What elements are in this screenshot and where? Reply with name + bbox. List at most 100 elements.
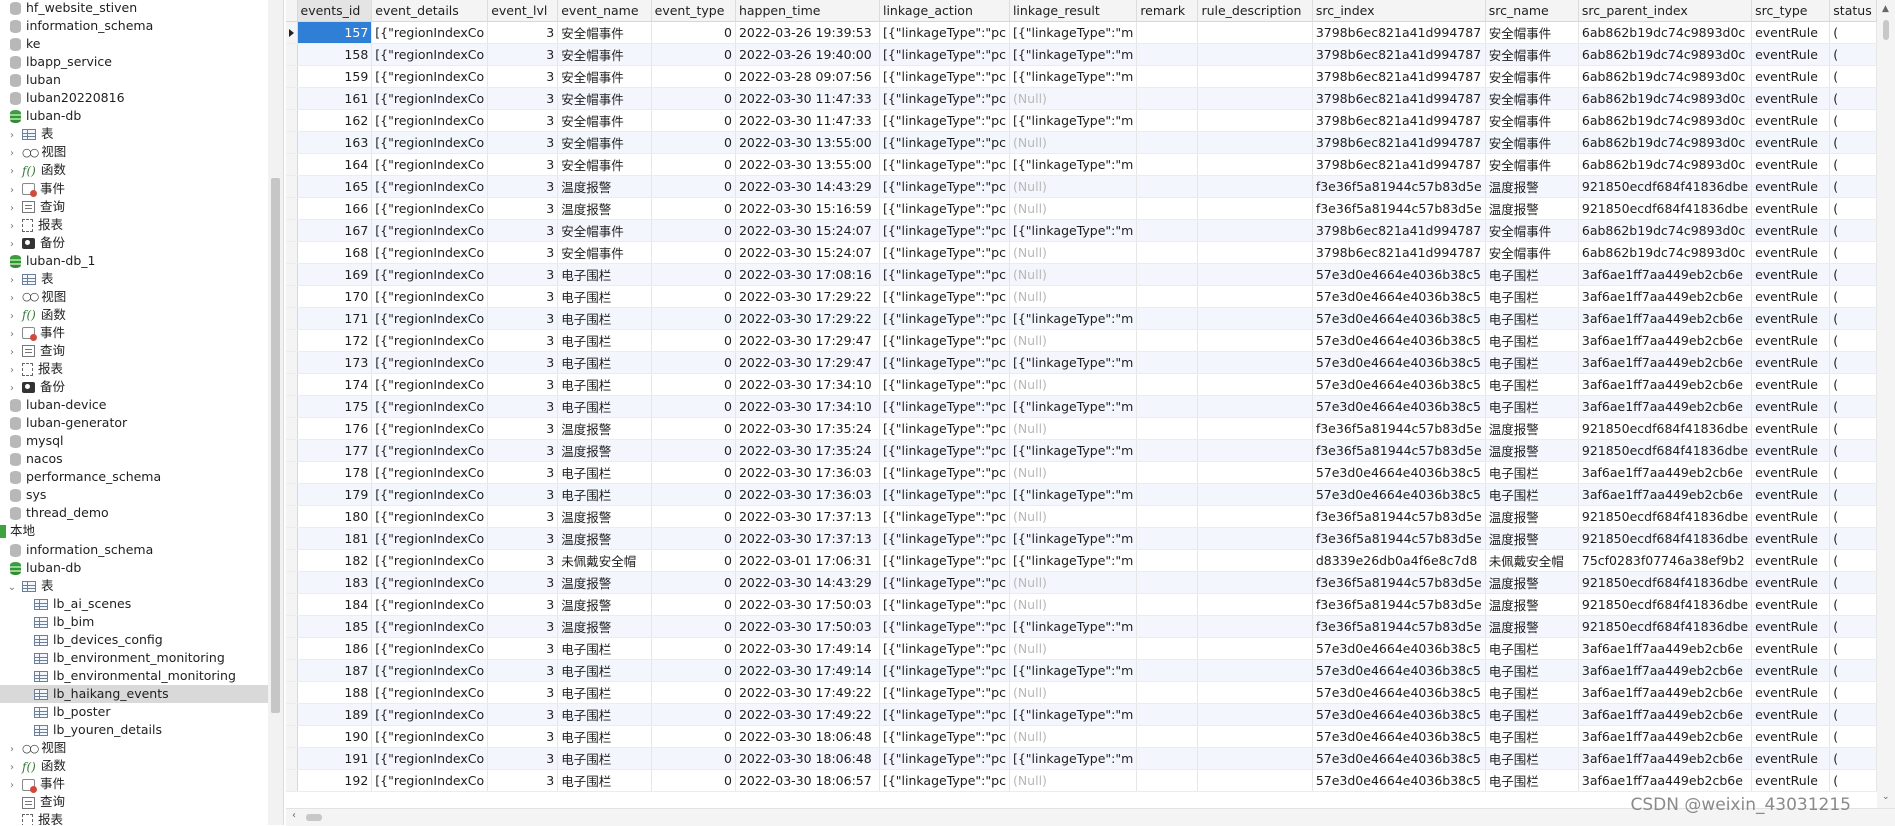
table-cell[interactable]: 179 bbox=[297, 483, 373, 506]
table-cell[interactable]: 6ab862b19dc74c9893d0c bbox=[1578, 109, 1753, 132]
table-cell[interactable]: 57e3d0e4664e4036b38c5 bbox=[1312, 395, 1486, 418]
table-cell[interactable] bbox=[1136, 637, 1199, 660]
table-cell[interactable]: 189 bbox=[297, 703, 373, 726]
table-cell[interactable]: 0 bbox=[651, 483, 736, 506]
table-cell[interactable]: [{"linkageType":"m bbox=[1009, 109, 1138, 132]
table-cell[interactable]: 176 bbox=[297, 417, 373, 440]
row-marker[interactable] bbox=[286, 109, 298, 132]
table-row[interactable]: 164 [{"regionIndexCo 3 安全帽事件 0 2022-03-30 13:… bbox=[286, 153, 1877, 176]
tree-scrollbar[interactable] bbox=[268, 0, 284, 825]
table-row[interactable]: 176 [{"regionIndexCo 3 温度报警 0 2022-03-30 17:3… bbox=[286, 417, 1877, 440]
table-cell[interactable]: (Null) bbox=[1009, 637, 1138, 660]
table-cell[interactable]: 0 bbox=[651, 65, 736, 88]
table-cell[interactable]: 0 bbox=[651, 87, 736, 110]
table-cell[interactable]: eventRule bbox=[1751, 681, 1831, 704]
table-cell[interactable]: [{"regionIndexCo bbox=[371, 637, 489, 660]
table-cell[interactable]: 电子围栏 bbox=[557, 483, 652, 506]
row-marker[interactable] bbox=[286, 461, 298, 484]
table-row[interactable]: 184 [{"regionIndexCo 3 温度报警 0 2022-03-30 17:5… bbox=[286, 593, 1877, 616]
table-cell[interactable]: 57e3d0e4664e4036b38c5 bbox=[1312, 461, 1486, 484]
table-cell[interactable]: 电子围栏 bbox=[557, 351, 652, 374]
table-cell[interactable]: 2022-03-30 15:16:59 bbox=[735, 197, 880, 220]
table-cell[interactable]: 3 bbox=[487, 263, 559, 286]
table-cell[interactable]: ( bbox=[1829, 351, 1877, 374]
table-cell[interactable]: eventRule bbox=[1751, 593, 1831, 616]
table-cell[interactable]: 电子围栏 bbox=[557, 681, 652, 704]
table-cell[interactable]: 3af6ae1ff7aa449eb2cb6e bbox=[1578, 725, 1753, 748]
table-cell[interactable]: [{"regionIndexCo bbox=[371, 417, 489, 440]
table-cell[interactable]: (Null) bbox=[1009, 373, 1138, 396]
row-marker[interactable] bbox=[286, 87, 298, 110]
table-cell[interactable]: 安全帽事件 bbox=[1485, 21, 1579, 44]
tree-node[interactable]: hf_website_stiven bbox=[0, 0, 268, 17]
table-cell[interactable]: 171 bbox=[297, 307, 373, 330]
table-cell[interactable]: 3798b6ec821a41d994787 bbox=[1312, 21, 1486, 44]
table-cell[interactable]: 191 bbox=[297, 747, 373, 770]
table-cell[interactable]: [{"linkageType":"m bbox=[1009, 659, 1138, 682]
table-cell[interactable] bbox=[1136, 725, 1199, 748]
tree-node[interactable]: › f() 函数 bbox=[0, 757, 268, 775]
column-header-src-parent-index[interactable]: src_parent_index bbox=[1578, 0, 1753, 22]
table-cell[interactable]: 166 bbox=[297, 197, 373, 220]
table-cell[interactable]: ( bbox=[1829, 615, 1877, 638]
row-marker[interactable] bbox=[286, 593, 298, 616]
row-marker[interactable] bbox=[286, 307, 298, 330]
row-marker[interactable] bbox=[286, 659, 298, 682]
tree-node[interactable]: › 备份 bbox=[0, 378, 268, 396]
table-cell[interactable] bbox=[1136, 681, 1199, 704]
table-cell[interactable]: 190 bbox=[297, 725, 373, 748]
table-cell[interactable]: (Null) bbox=[1009, 593, 1138, 616]
table-cell[interactable]: ( bbox=[1829, 769, 1877, 792]
column-header-event-type[interactable]: event_type bbox=[651, 0, 736, 22]
table-cell[interactable]: 157 bbox=[297, 21, 373, 44]
tree-node[interactable]: › 报表 bbox=[0, 216, 268, 234]
table-cell[interactable] bbox=[1197, 351, 1313, 374]
table-row[interactable]: 167 [{"regionIndexCo 3 安全帽事件 0 2022-03-30 15:… bbox=[286, 219, 1877, 242]
table-cell[interactable]: 2022-03-30 17:35:24 bbox=[735, 417, 880, 440]
table-cell[interactable] bbox=[1136, 571, 1199, 594]
table-cell[interactable]: 2022-03-30 17:34:10 bbox=[735, 373, 880, 396]
table-cell[interactable]: f3e36f5a81944c57b83d5e bbox=[1312, 571, 1486, 594]
tree-node[interactable]: 查询 bbox=[0, 793, 268, 811]
row-marker[interactable] bbox=[286, 21, 298, 44]
table-cell[interactable]: ( bbox=[1829, 747, 1877, 770]
table-cell[interactable] bbox=[1136, 109, 1199, 132]
table-cell[interactable]: 2022-03-30 17:49:22 bbox=[735, 703, 880, 726]
table-cell[interactable] bbox=[1136, 527, 1199, 550]
table-cell[interactable]: 161 bbox=[297, 87, 373, 110]
table-cell[interactable] bbox=[1197, 769, 1313, 792]
table-cell[interactable]: 57e3d0e4664e4036b38c5 bbox=[1312, 307, 1486, 330]
table-cell[interactable]: 6ab862b19dc74c9893d0c bbox=[1578, 241, 1753, 264]
table-cell[interactable]: eventRule bbox=[1751, 153, 1831, 176]
row-marker[interactable] bbox=[286, 329, 298, 352]
table-cell[interactable]: 2022-03-30 17:36:03 bbox=[735, 483, 880, 506]
table-cell[interactable]: 3 bbox=[487, 703, 559, 726]
table-cell[interactable] bbox=[1197, 725, 1313, 748]
table-cell[interactable]: (Null) bbox=[1009, 175, 1138, 198]
table-cell[interactable]: [{"linkageType":"m bbox=[1009, 153, 1138, 176]
table-cell[interactable]: 2022-03-26 19:40:00 bbox=[735, 43, 880, 66]
table-cell[interactable] bbox=[1136, 615, 1199, 638]
table-cell[interactable]: 安全帽事件 bbox=[557, 21, 652, 44]
column-header-event-lvl[interactable]: event_lvl bbox=[487, 0, 559, 22]
table-cell[interactable]: 3 bbox=[487, 43, 559, 66]
table-cell[interactable]: 3798b6ec821a41d994787 bbox=[1312, 43, 1486, 66]
tree-node[interactable]: lbapp_service bbox=[0, 53, 268, 71]
table-cell[interactable]: 0 bbox=[651, 131, 736, 154]
tree-node[interactable]: › 报表 bbox=[0, 360, 268, 378]
table-cell[interactable]: 3 bbox=[487, 505, 559, 528]
table-cell[interactable]: ( bbox=[1829, 417, 1877, 440]
table-cell[interactable]: 57e3d0e4664e4036b38c5 bbox=[1312, 769, 1486, 792]
table-row[interactable]: 168 [{"regionIndexCo 3 安全帽事件 0 2022-03-30 15:… bbox=[286, 241, 1877, 264]
table-cell[interactable] bbox=[1197, 593, 1313, 616]
tree-node[interactable]: › f() 函数 bbox=[0, 306, 268, 324]
table-cell[interactable]: 电子围栏 bbox=[1485, 681, 1579, 704]
tree-node[interactable]: › f() 函数 bbox=[0, 161, 268, 179]
table-cell[interactable]: [{"linkageType":"m bbox=[1009, 747, 1138, 770]
table-cell[interactable]: [{"linkageType":"pc bbox=[879, 395, 1010, 418]
table-cell[interactable]: 0 bbox=[651, 747, 736, 770]
table-cell[interactable]: 电子围栏 bbox=[557, 637, 652, 660]
table-cell[interactable]: 2022-03-01 17:06:31 bbox=[735, 549, 880, 572]
chevron-down-icon[interactable]: ⌄ bbox=[1882, 792, 1890, 802]
table-cell[interactable] bbox=[1136, 87, 1199, 110]
